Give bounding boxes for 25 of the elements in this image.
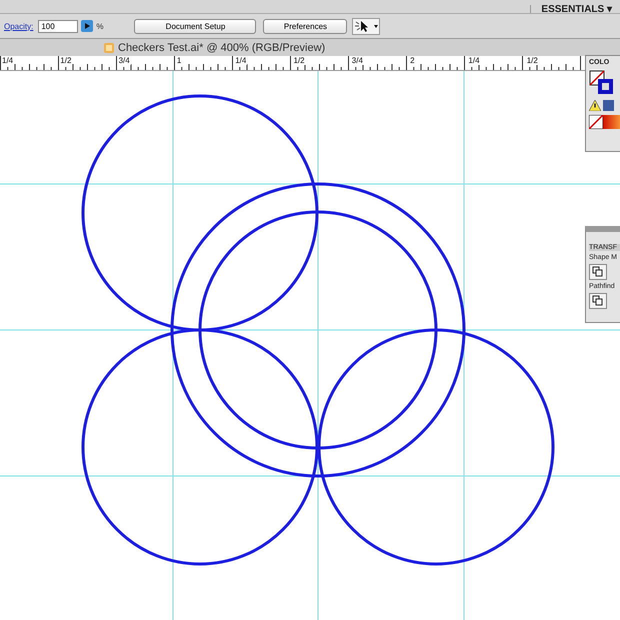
ruler-label: 1/2 xyxy=(526,56,539,65)
document-icon xyxy=(103,42,115,54)
opacity-field[interactable]: 100 xyxy=(38,20,78,32)
workspace-switcher[interactable]: ESSENTIALS ▾ xyxy=(530,5,620,13)
opacity-link[interactable]: Opacity: xyxy=(4,22,34,30)
shape-mode-icon[interactable] xyxy=(589,293,607,309)
ruler-label: 1/2 xyxy=(60,56,72,65)
fill-stroke-icon[interactable] xyxy=(589,70,615,96)
ruler-label: 1/4 xyxy=(468,56,481,65)
ruler-label: 1/2 xyxy=(294,56,306,65)
cursor-tool-button[interactable] xyxy=(352,18,380,34)
shape-mode-icon[interactable] xyxy=(589,264,607,280)
color-spectrum-icon[interactable] xyxy=(589,115,620,129)
play-icon[interactable] xyxy=(81,20,94,32)
color-swatch-icon[interactable] xyxy=(603,100,614,111)
ruler-label: 2 xyxy=(410,56,416,65)
warning-icon xyxy=(589,100,601,111)
ruler-label: 1 xyxy=(176,56,182,65)
ruler-label: 3/4 xyxy=(118,56,131,65)
percent-sign: % xyxy=(96,22,104,30)
toolbar-button[interactable]: Preferences xyxy=(263,18,348,34)
ruler-label: 3/4 xyxy=(352,56,364,65)
toolbar-button[interactable]: Document Setup xyxy=(134,18,256,34)
ruler-label: 1/4 xyxy=(235,56,248,65)
ruler-label: 1/4 xyxy=(2,56,14,65)
